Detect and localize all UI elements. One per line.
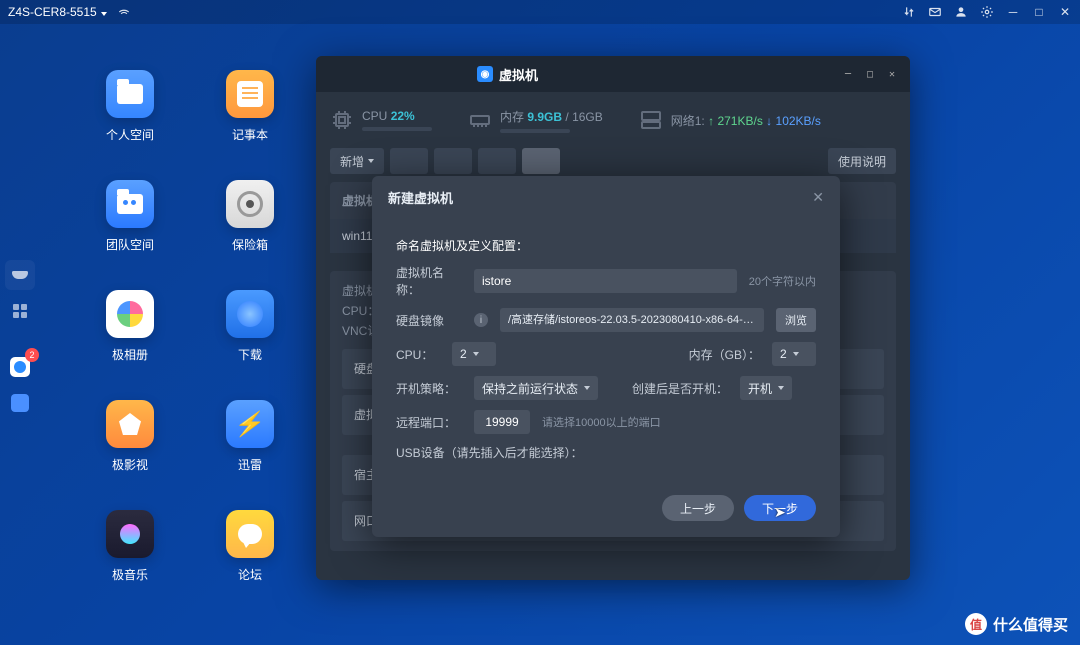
label-cpu: CPU：: [396, 346, 440, 363]
watermark-text: 什么值得买: [993, 614, 1068, 635]
hint-port: 请选择10000以上的端口: [542, 414, 661, 430]
vm-title: 虚拟机: [499, 65, 538, 84]
hint-name: 20个字符以内: [749, 273, 816, 289]
stat-network: 网络1: ↑ 271KB/s ↓ 102KB/s: [639, 108, 821, 132]
system-topbar: Z4S-CER8-5515 ─ □ ✕: [0, 0, 1080, 24]
vm-stats-bar: CPU 22% 内存 9.9GB / 16GB 网络1: ↑ 271KB/s ↓…: [316, 92, 910, 148]
toolbar-slot-1[interactable]: [390, 148, 428, 174]
desktop-icon-团队空间[interactable]: 团队空间: [70, 180, 190, 290]
port-input[interactable]: [474, 410, 530, 434]
vm-toolbar: 新增 使用说明: [316, 148, 910, 174]
modal-close-icon[interactable]: ✕: [812, 189, 824, 206]
toolbar-slot-3[interactable]: [478, 148, 516, 174]
desktop-icon-极影视[interactable]: 极影视: [70, 400, 190, 510]
wifi-icon[interactable]: [117, 5, 131, 19]
mem-select[interactable]: 2: [772, 342, 816, 366]
network-icon: [639, 108, 663, 132]
label-auto-start: 创建后是否开机：: [632, 380, 728, 397]
left-dock: [0, 260, 40, 418]
watermark-badge: 值: [965, 613, 987, 635]
vm-name-input[interactable]: [474, 269, 737, 293]
next-button[interactable]: 下一步 ➤: [744, 495, 816, 521]
dock-vm[interactable]: [5, 352, 35, 382]
section-heading: 命名虚拟机及定义配置：: [396, 237, 816, 254]
help-button[interactable]: 使用说明: [828, 148, 896, 174]
info-icon[interactable]: i: [474, 313, 488, 327]
user-icon[interactable]: [954, 5, 968, 19]
new-vm-button[interactable]: 新增: [330, 148, 384, 174]
label-mem: 内存（GB）：: [689, 346, 760, 363]
desktop-icon-论坛[interactable]: 论坛: [190, 510, 310, 620]
desktop-icon-个人空间[interactable]: 个人空间: [70, 70, 190, 180]
desktop-icon-极相册[interactable]: 极相册: [70, 290, 190, 400]
browse-button[interactable]: 浏览: [776, 308, 816, 332]
label-vm-name: 虚拟机名称：: [396, 264, 462, 298]
new-vm-modal: 新建虚拟机 ✕ 命名虚拟机及定义配置： 虚拟机名称： 20个字符以内 硬盘镜像 …: [372, 176, 840, 537]
vm-minimize-icon[interactable]: ─: [840, 66, 856, 82]
minimize-icon[interactable]: ─: [1006, 5, 1020, 19]
desktop-icon-极音乐[interactable]: 极音乐: [70, 510, 190, 620]
desktop-icon-迅雷[interactable]: ⚡迅雷: [190, 400, 310, 510]
label-usb: USB设备（请先插入后才能选择）：: [396, 444, 583, 461]
maximize-icon[interactable]: □: [1032, 5, 1046, 19]
cpu-select[interactable]: 2: [452, 342, 496, 366]
mail-icon[interactable]: [928, 5, 942, 19]
prev-button[interactable]: 上一步: [662, 495, 734, 521]
vm-close-icon[interactable]: ✕: [884, 66, 900, 82]
desktop-icon-下载[interactable]: 下载: [190, 290, 310, 400]
vm-titlebar[interactable]: ◉ 虚拟机 ─ □ ✕: [316, 56, 910, 92]
transfer-icon[interactable]: [902, 5, 916, 19]
desktop-icon-记事本[interactable]: 记事本: [190, 70, 310, 180]
vm-app-icon: ◉: [477, 66, 493, 82]
label-disk-image: 硬盘镜像: [396, 312, 462, 329]
toolbar-slot-4[interactable]: [522, 148, 560, 174]
stat-cpu: CPU 22%: [330, 108, 432, 132]
stat-memory: 内存 9.9GB / 16GB: [468, 108, 603, 133]
modal-title: 新建虚拟机: [388, 188, 453, 207]
memory-icon: [468, 108, 492, 132]
close-icon[interactable]: ✕: [1058, 5, 1072, 19]
dock-apps[interactable]: [5, 296, 35, 326]
watermark: 值 什么值得买: [965, 613, 1068, 635]
boot-policy-select[interactable]: 保持之前运行状态: [474, 376, 598, 400]
toolbar-slot-2[interactable]: [434, 148, 472, 174]
dock-files[interactable]: [5, 388, 35, 418]
desktop-grid: 个人空间记事本团队空间保险箱极相册下载极影视⚡迅雷极音乐论坛: [70, 70, 310, 620]
auto-start-select[interactable]: 开机: [740, 376, 792, 400]
cpu-icon: [330, 108, 354, 132]
desktop-icon-保险箱[interactable]: 保险箱: [190, 180, 310, 290]
disk-path-input[interactable]: /高速存储/istoreos-22.03.5-2023080410-x86-64…: [500, 308, 764, 332]
label-remote-port: 远程端口：: [396, 414, 462, 431]
hostname-label[interactable]: Z4S-CER8-5515: [8, 5, 107, 19]
label-boot-policy: 开机策略：: [396, 380, 462, 397]
vm-maximize-icon[interactable]: □: [862, 66, 878, 82]
dock-desktop[interactable]: [5, 260, 35, 290]
gear-icon[interactable]: [980, 5, 994, 19]
